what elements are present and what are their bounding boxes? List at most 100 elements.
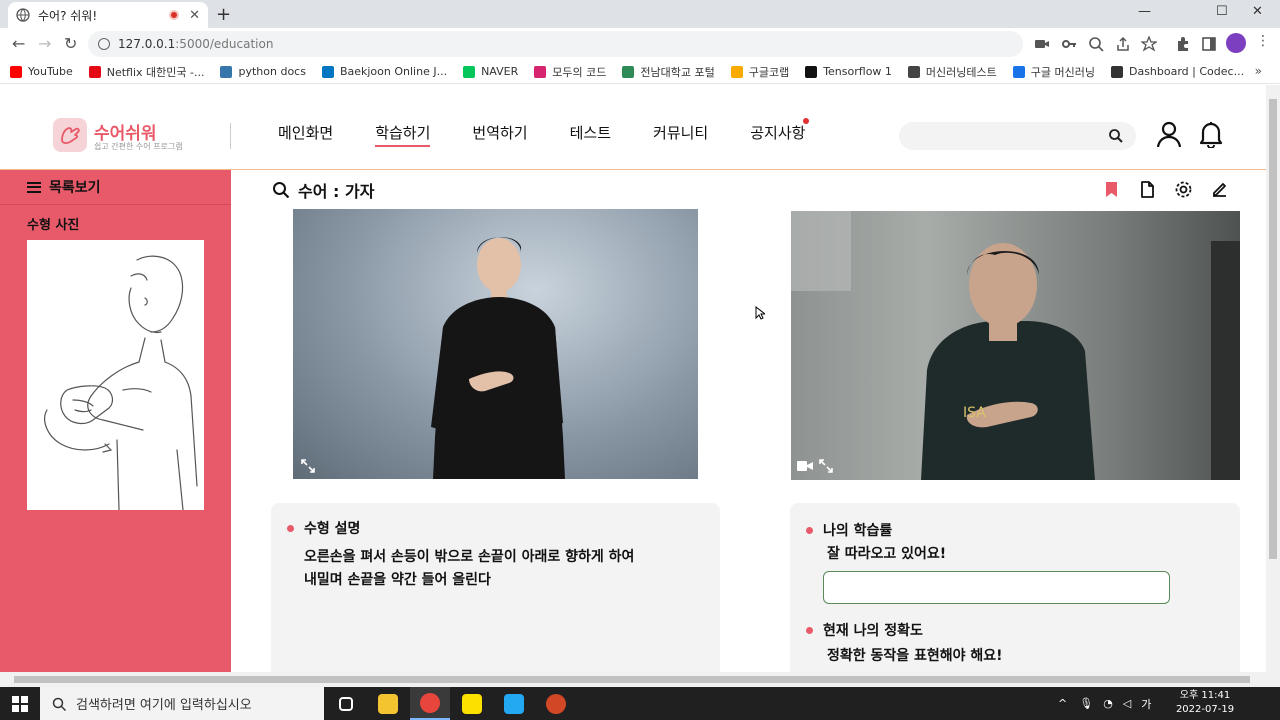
bookmark-label: 머신러닝테스트 xyxy=(925,65,997,79)
side-panel-icon[interactable] xyxy=(1201,36,1217,52)
window-minimize-button[interactable]: — xyxy=(1138,4,1151,19)
bookmark-favicon-icon xyxy=(88,65,101,78)
microphone-icon[interactable]: 🎙 xyxy=(1079,697,1093,710)
address-bar[interactable]: 127.0.0.1:5000/education xyxy=(88,31,1023,57)
nav-item[interactable]: 공지사항 xyxy=(750,118,810,147)
video-camera-icon[interactable] xyxy=(797,459,813,473)
nav-item[interactable]: 메인화면 xyxy=(278,122,333,147)
profile-avatar[interactable] xyxy=(1226,33,1246,53)
page-vertical-scrollbar[interactable] xyxy=(1266,85,1280,687)
tab-title: 수어? 쉬워! xyxy=(38,8,98,23)
new-tab-button[interactable]: + xyxy=(216,4,231,25)
back-arrow-icon[interactable]: ← xyxy=(12,34,25,53)
window-maximize-button[interactable]: ☐ xyxy=(1216,4,1228,19)
show-hidden-icons-icon[interactable]: ^ xyxy=(1058,697,1067,710)
site-header: 수어쉬워 쉽고 간편한 수어 프로그램 메인화면 학습하기 번역하기 테스트 커뮤니티 공… xyxy=(0,85,1266,170)
bookmark-item[interactable]: NAVER xyxy=(463,65,518,78)
site-search-input[interactable] xyxy=(899,122,1136,150)
sidebar-section-label: 수형 사진 xyxy=(27,218,80,233)
windows-start-icon[interactable] xyxy=(12,696,28,712)
hand-logo-icon[interactable] xyxy=(53,118,87,152)
bookmark-item[interactable]: Netflix 대한민국 -... xyxy=(88,64,204,80)
bookmark-item[interactable]: Baekjoon Online J... xyxy=(321,65,447,78)
window-close-button[interactable]: ✕ xyxy=(1252,4,1263,19)
bookmark-item[interactable]: YouTube xyxy=(10,65,73,78)
bookmark-favicon-icon xyxy=(907,65,920,78)
browser-menu-icon[interactable]: ⋮ xyxy=(1256,33,1272,49)
file-explorer-icon[interactable] xyxy=(368,687,408,720)
sign-word-title: 수어 : 가자 xyxy=(298,182,375,201)
taskbar-search-placeholder: 검색하려면 여기에 입력하십시오 xyxy=(76,698,252,713)
expand-icon[interactable] xyxy=(301,459,315,473)
description-heading: 수형 설명 xyxy=(287,518,360,538)
extensions-icon[interactable] xyxy=(1175,36,1191,52)
handshape-illustration xyxy=(27,240,204,511)
list-toggle-button[interactable]: 목록보기 xyxy=(0,170,231,205)
browser-tabbar: 수어? 쉬워! ✕ + — ☐ ✕ xyxy=(0,0,1280,28)
bookmark-item[interactable]: 전남대학교 포털 xyxy=(622,64,715,80)
forward-arrow-icon[interactable]: → xyxy=(38,34,51,53)
zoom-icon[interactable] xyxy=(1088,36,1104,52)
reference-sign-video[interactable] xyxy=(293,209,698,479)
bookmarks-overflow-button[interactable]: » xyxy=(1255,64,1262,78)
chrome-app-icon[interactable] xyxy=(410,687,450,720)
site-info-icon[interactable] xyxy=(98,38,110,50)
task-view-icon[interactable] xyxy=(326,687,366,720)
sign-drawing-icon xyxy=(44,255,198,511)
my-progress-panel: 나의 학습률 잘 따라오고 있어요! 현재 나의 정확도 정확한 동작을 표현해… xyxy=(790,503,1240,672)
description-text: 오른손을 펴서 손등이 밖으로 손끝이 아래로 향하게 하여 내밀며 손끝을 약… xyxy=(304,546,634,592)
bullet-dot-icon xyxy=(806,526,813,534)
bookmark-item[interactable]: Dashboard | Codec... xyxy=(1110,65,1245,78)
bookmark-item[interactable]: 머신러닝테스트 xyxy=(907,64,997,80)
bookmark-item[interactable]: 구글 머신러닝 xyxy=(1012,64,1095,80)
bookmark-favicon-icon xyxy=(534,65,547,78)
bookmark-item[interactable]: 구글코랩 xyxy=(730,64,789,80)
svg-text:ISA: ISA xyxy=(963,405,986,421)
powerpoint-icon[interactable] xyxy=(536,687,576,720)
bell-icon[interactable] xyxy=(1198,120,1224,148)
nav-item[interactable]: 커뮤니티 xyxy=(653,122,708,147)
key-icon[interactable] xyxy=(1061,36,1077,52)
share-icon[interactable] xyxy=(1115,36,1131,52)
user-icon[interactable] xyxy=(1155,120,1183,148)
description-line-2: 내밀며 손끝을 약간 들어 올린다 xyxy=(304,572,491,588)
reload-icon[interactable]: ↻ xyxy=(64,34,77,53)
taskbar-clock[interactable]: 오후 11:41 2022-07-19 xyxy=(1175,689,1235,717)
list-toggle-label: 목록보기 xyxy=(49,180,101,196)
bookmark-item[interactable]: python docs xyxy=(220,65,306,78)
sidebar: 목록보기 수형 사진 xyxy=(0,170,231,672)
input-method-icon[interactable]: 가 xyxy=(1141,696,1151,712)
kakaotalk-icon[interactable] xyxy=(452,687,492,720)
document-icon[interactable] xyxy=(1138,180,1157,199)
tab-close-button[interactable]: ✕ xyxy=(189,8,200,23)
volume-icon[interactable]: ◁ xyxy=(1123,697,1131,710)
camera-icon[interactable] xyxy=(1034,36,1050,52)
bookmark-star-icon[interactable] xyxy=(1141,36,1157,52)
page-horizontal-scrollbar[interactable] xyxy=(0,672,1266,687)
bookmark-label: Dashboard | Codec... xyxy=(1128,65,1245,78)
bullet-dot-icon xyxy=(287,524,294,532)
bookmark-favicon-icon xyxy=(622,65,635,78)
nav-item[interactable]: 테스트 xyxy=(570,122,611,147)
content-title: 수어 : 가자 xyxy=(272,178,374,202)
taskbar-search-input[interactable]: 검색하려면 여기에 입력하십시오 xyxy=(40,687,324,720)
browser-tab[interactable]: 수어? 쉬워! ✕ xyxy=(8,2,208,28)
main-nav: 메인화면 학습하기 번역하기 테스트 커뮤니티 공지사항 xyxy=(278,118,847,147)
vscode-icon[interactable] xyxy=(494,687,534,720)
bookmark-favicon-icon xyxy=(730,65,743,78)
edit-icon[interactable] xyxy=(1210,180,1229,199)
expand-icon[interactable] xyxy=(819,459,833,473)
network-icon[interactable]: ◔ xyxy=(1103,697,1113,710)
bookmark-item[interactable]: 모두의 코드 xyxy=(534,64,606,80)
nav-item[interactable]: 번역하기 xyxy=(472,122,527,147)
description-line-1: 오른손을 펴서 손등이 밖으로 손끝이 아래로 향하게 하여 xyxy=(304,549,635,565)
bookmark-item[interactable]: Tensorflow 1 xyxy=(805,65,892,78)
nav-item[interactable]: 학습하기 xyxy=(375,122,431,147)
settings-gear-icon[interactable] xyxy=(1174,180,1193,199)
bookmark-favicon-icon xyxy=(805,65,818,78)
webcam-video[interactable]: ISA xyxy=(791,211,1240,480)
bookmark-icon[interactable] xyxy=(1102,180,1121,199)
url-path: :5000/education xyxy=(175,37,274,51)
search-icon[interactable] xyxy=(1108,128,1124,144)
mouse-cursor-icon xyxy=(755,306,765,320)
